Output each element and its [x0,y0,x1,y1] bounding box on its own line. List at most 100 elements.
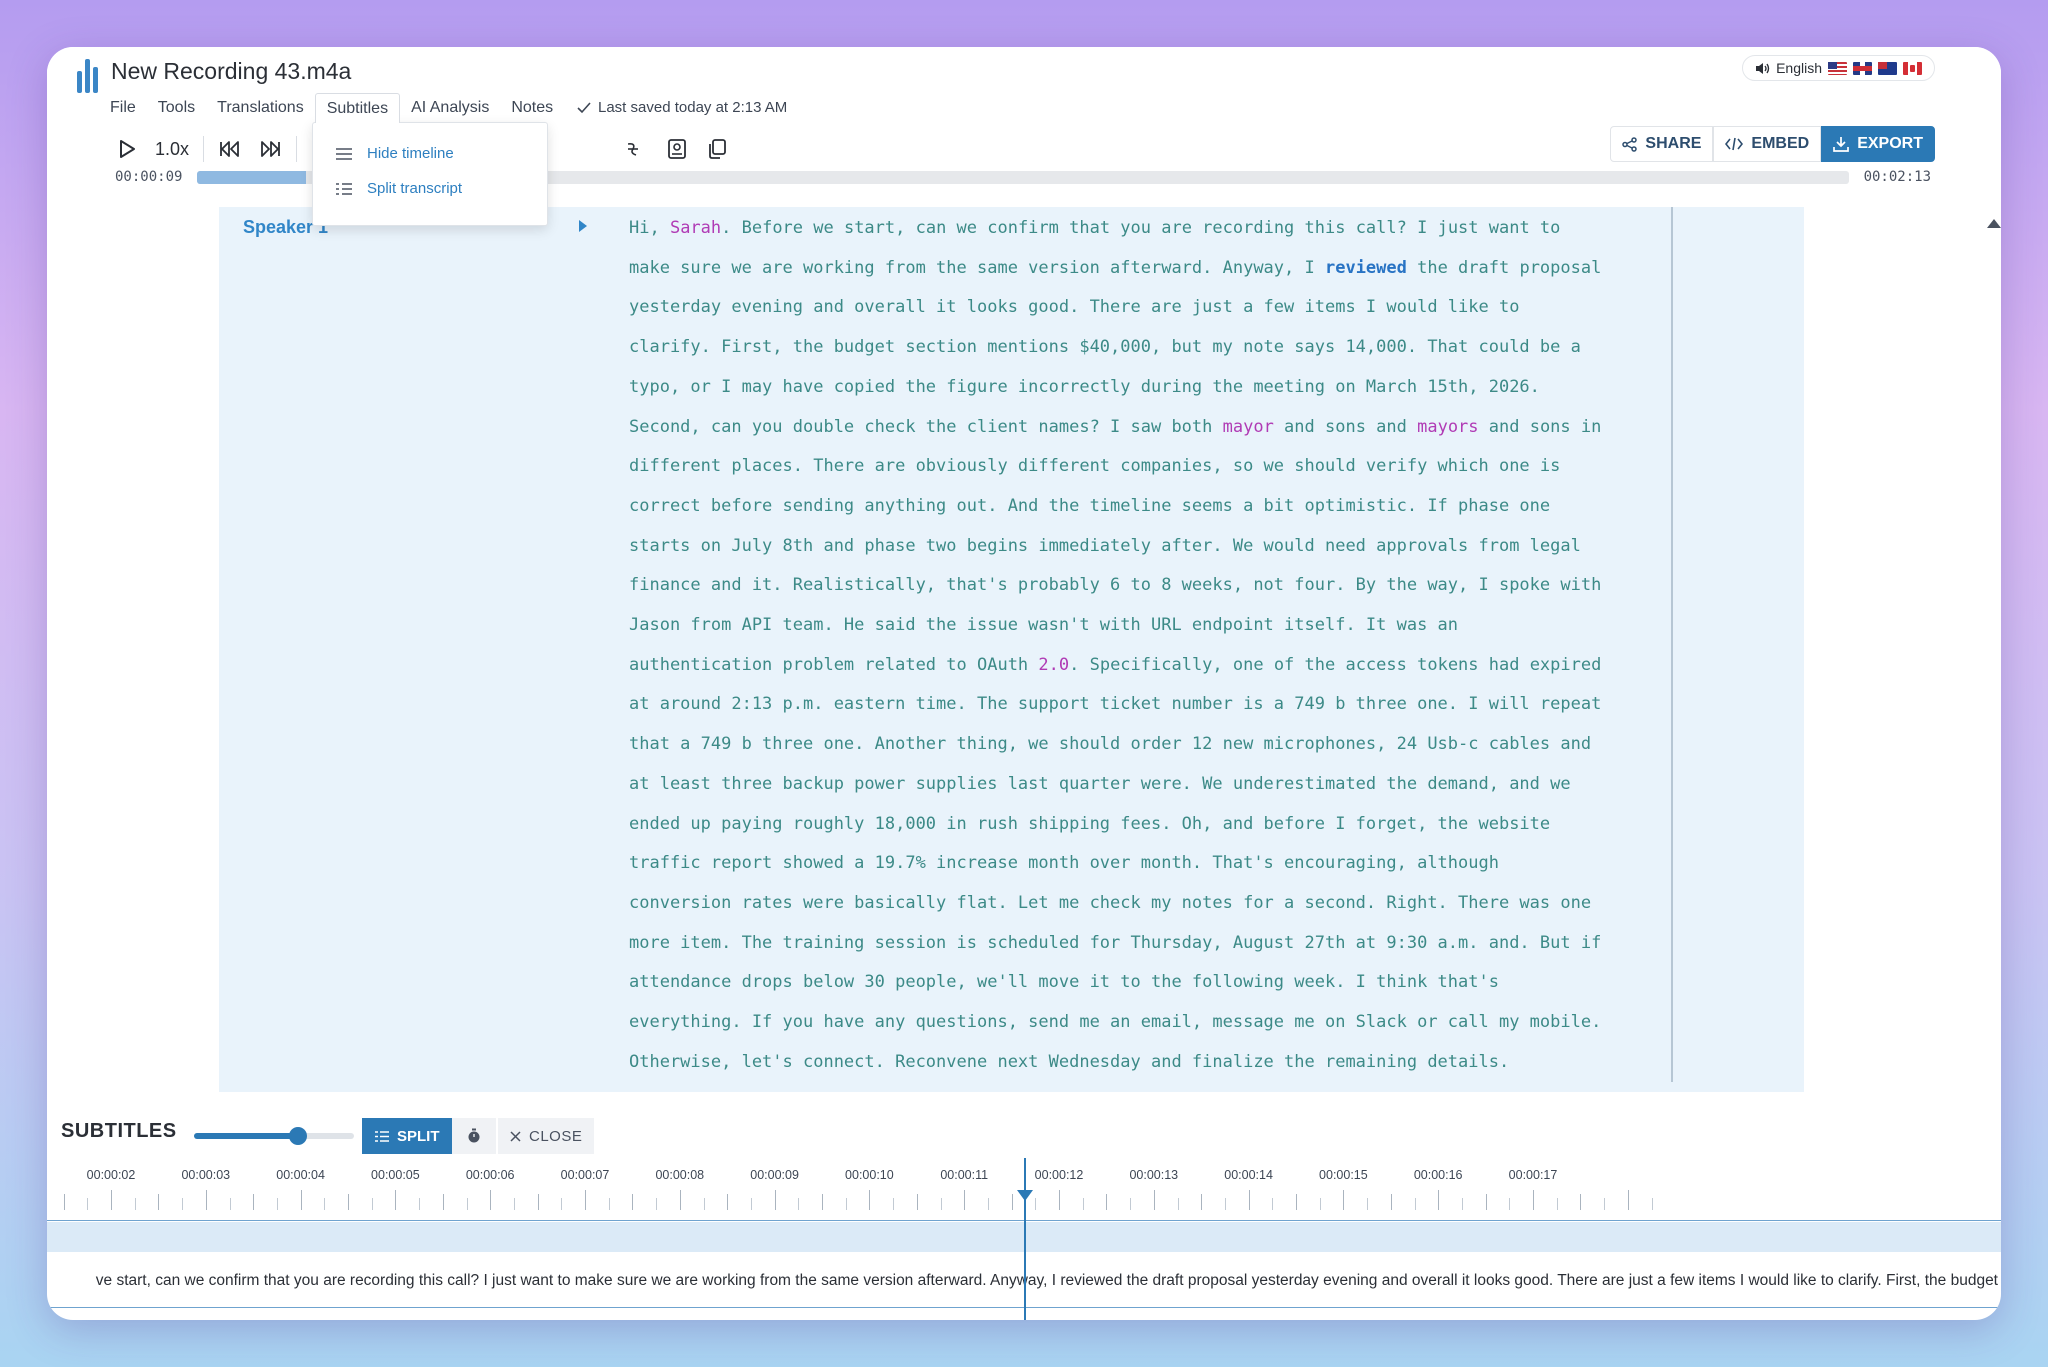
transcript-line[interactable]: starts on July 8th and phase two begins … [629,527,1659,567]
language-selector[interactable]: English [1742,55,1935,81]
split-transcript-option[interactable]: Split transcript [313,171,547,206]
transcript-word-group[interactable]: conversion rates were basically flat. Le… [629,893,1591,913]
transcript-word-group[interactable]: clarify. First, the budget section menti… [629,337,1581,357]
australia-flag-icon[interactable] [1878,61,1897,75]
transcript-word-group[interactable]: typo, or I may have copied the figure in… [629,377,1540,397]
subtitle-timeline[interactable]: 00:00:02 00:00:03 00:00:04 00:00:05 00:00:06… [47,1158,2001,1320]
playback-speed-button[interactable]: 1.0x [147,139,197,160]
transcript-line[interactable]: correct before sending anything out. And… [629,487,1659,527]
transcript-word-group[interactable]: and sons in [1479,417,1602,437]
timeline-tick [1224,1198,1226,1210]
transcript-word-group[interactable]: yesterday evening and overall it looks g… [629,297,1519,317]
transcript-word-group[interactable]: more item. The training session is sched… [629,933,1601,953]
timeline-tick [1059,1190,1060,1210]
transcript-word-group[interactable]: that a 749 b three one. Another thing, w… [629,734,1591,754]
file-title[interactable]: New Recording 43.m4a [111,58,351,85]
menu-file[interactable]: File [99,93,147,123]
transcript-word-group[interactable]: attendance drops below 30 people, we'll … [629,972,1499,992]
uk-flag-icon[interactable] [1853,61,1872,75]
rewind-button[interactable] [210,131,250,167]
copy-button[interactable] [697,131,737,167]
timeline-tick [276,1198,278,1210]
share-label: SHARE [1645,135,1702,152]
transcript-line[interactable]: different places. There are obviously di… [629,447,1659,487]
transcript-line[interactable]: attendance drops below 30 people, we'll … [629,963,1659,1003]
transcript-line[interactable]: traffic report showed a 19.7% increase m… [629,844,1659,884]
transcript-word-group[interactable]: correct before sending anything out. And… [629,496,1550,516]
highlighted-word[interactable]: 2.0 [1038,655,1069,675]
transcript-line[interactable]: more item. The training session is sched… [629,924,1659,964]
play-segment-icon[interactable] [579,220,587,232]
timeline-tick [987,1198,989,1210]
transcript-line[interactable]: clarify. First, the budget section menti… [629,328,1659,368]
transcript-line[interactable]: ended up paying roughly 18,000 in rush s… [629,805,1659,845]
menu-bar: File Tools Translations Subtitles AI Analysi… [99,93,564,123]
transcript-line[interactable]: yesterday evening and overall it looks g… [629,288,1659,328]
us-flag-icon[interactable] [1828,61,1847,75]
transcript-word-group[interactable]: Second, can you double check the client … [629,417,1223,437]
transcript-word-group[interactable]: finance and it. Realistically, that's pr… [629,575,1601,595]
transcript-word-group[interactable]: traffic report showed a 19.7% increase m… [629,853,1499,873]
export-button[interactable]: EXPORT [1821,126,1935,162]
highlighted-word[interactable]: mayors [1417,417,1478,437]
canada-flag-icon[interactable] [1903,61,1922,75]
split-button[interactable]: SPLIT [362,1118,452,1154]
transcript-line[interactable]: that a 749 b three one. Another thing, w… [629,725,1659,765]
app-window: New Recording 43.m4a File Tools Translatio… [47,47,2001,1320]
transcript-word-group[interactable]: ended up paying roughly 18,000 in rush s… [629,814,1550,834]
menu-subtitles[interactable]: Subtitles [314,93,401,123]
transcript-word-group[interactable]: the draft proposal [1407,258,1601,278]
menu-ai-analysis[interactable]: AI Analysis [400,93,500,123]
transcript-word-group[interactable]: . Specifically, one of the access tokens… [1069,655,1601,675]
zoom-slider-handle[interactable] [289,1127,307,1145]
transcript-word-group[interactable]: Hi, [629,218,670,238]
close-icon [510,1130,521,1142]
book-button[interactable] [657,131,697,167]
playhead[interactable] [1024,1158,1026,1320]
transcript-line[interactable]: finance and it. Realistically, that's pr… [629,566,1659,606]
transcript-word-group[interactable]: and sons and [1274,417,1417,437]
playhead-handle-icon[interactable] [1017,1190,1033,1201]
menu-tools[interactable]: Tools [147,93,206,123]
transcript-word-group[interactable]: at least three backup power supplies las… [629,774,1571,794]
transcript-line[interactable]: Jason from API team. He said the issue w… [629,606,1659,646]
transcript-line[interactable]: Hi, Sarah. Before we start, can we confi… [629,209,1659,249]
transcript-word-group[interactable]: at around 2:13 p.m. eastern time. The su… [629,694,1601,714]
subtitle-segment-text[interactable]: ve start, can we confirm that you are re… [96,1263,1998,1299]
hide-timeline-option[interactable]: Hide timeline [313,136,547,171]
share-button[interactable]: SHARE [1610,126,1714,162]
transcript-line[interactable]: Second, can you double check the client … [629,408,1659,448]
transcript-line[interactable]: everything. If you have any questions, s… [629,1003,1659,1043]
zoom-slider[interactable] [194,1127,354,1145]
timeline-tick [1533,1190,1534,1210]
scroll-up-icon[interactable] [1987,219,2001,228]
close-subtitles-button[interactable]: CLOSE [498,1118,595,1154]
transcript-line[interactable]: authentication problem related to OAuth … [629,646,1659,686]
menu-translations[interactable]: Translations [206,93,315,123]
transcript-line[interactable]: Otherwise, let's connect. Reconvene next… [629,1043,1659,1083]
fast-forward-button[interactable] [250,131,290,167]
play-button[interactable] [107,131,147,167]
highlighted-word[interactable]: mayor [1223,417,1274,437]
transcript-word-group[interactable]: everything. If you have any questions, s… [629,1012,1601,1032]
strikethrough-button[interactable] [623,131,643,167]
menu-notes[interactable]: Notes [500,93,564,123]
transcript-text[interactable]: Hi, Sarah. Before we start, can we confi… [629,209,1659,1082]
transcript-line[interactable]: make sure we are working from the same v… [629,249,1659,289]
transcript-word-group[interactable]: Jason from API team. He said the issue w… [629,615,1458,635]
transcript-word-group[interactable]: Otherwise, let's connect. Reconvene next… [629,1052,1509,1072]
transcript-word-group[interactable]: different places. There are obviously di… [629,456,1560,476]
transcript-word-group[interactable]: authentication problem related to OAuth [629,655,1038,675]
highlighted-word[interactable]: Sarah [670,218,721,238]
highlighted-word[interactable]: reviewed [1325,258,1407,278]
transcript-line[interactable]: typo, or I may have copied the figure in… [629,368,1659,408]
transcript-line[interactable]: at around 2:13 p.m. eastern time. The su… [629,685,1659,725]
download-icon [1833,137,1850,152]
transcript-word-group[interactable]: starts on July 8th and phase two begins … [629,536,1581,556]
transcript-word-group[interactable]: . Before we start, can we confirm that y… [721,218,1560,238]
timer-button[interactable] [452,1118,496,1154]
embed-button[interactable]: EMBED [1713,126,1822,162]
transcript-line[interactable]: at least three backup power supplies las… [629,765,1659,805]
transcript-word-group[interactable]: make sure we are working from the same v… [629,258,1325,278]
transcript-line[interactable]: conversion rates were basically flat. Le… [629,884,1659,924]
